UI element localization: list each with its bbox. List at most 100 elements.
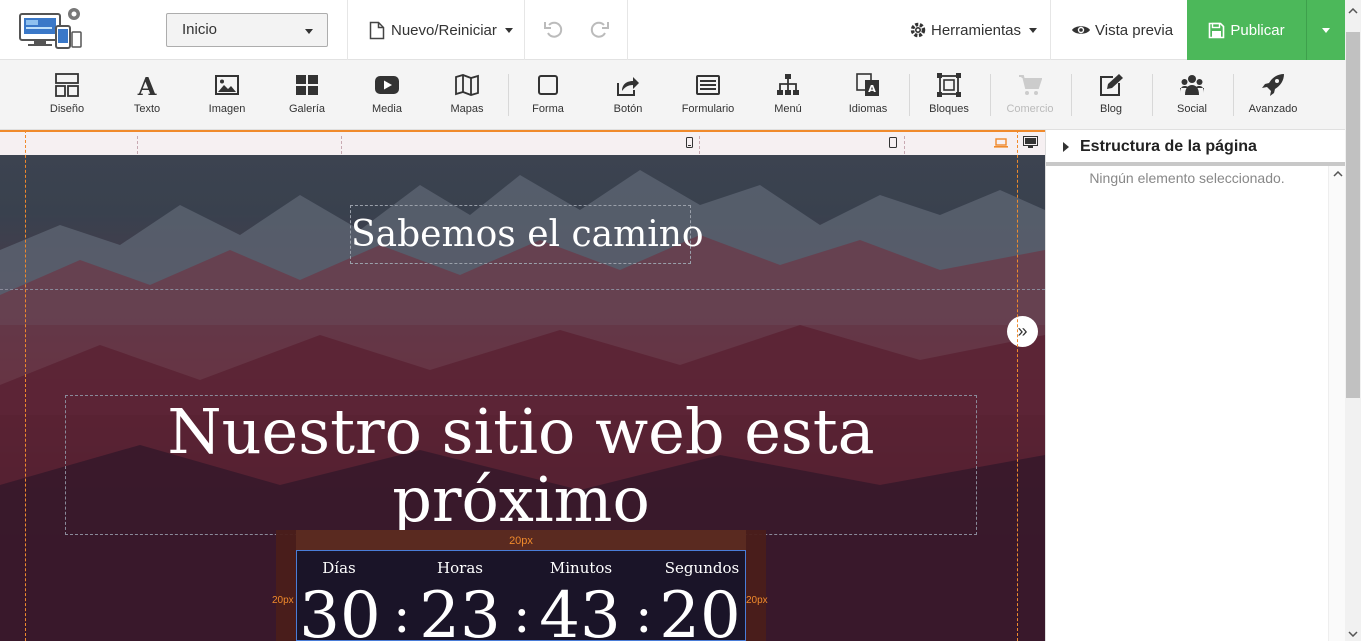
divider: [1050, 0, 1051, 60]
chevron-down-icon: [305, 29, 313, 34]
blocks-icon: [937, 73, 961, 97]
tool-languages[interactable]: A Idiomas: [828, 60, 908, 130]
tool-blocks[interactable]: Bloques: [909, 60, 989, 130]
publish-dropdown-button[interactable]: [1306, 0, 1345, 60]
ruler-tick: [699, 136, 700, 154]
tool-label: Texto: [133, 103, 161, 115]
tool-gallery[interactable]: Galería: [267, 60, 347, 130]
panel-empty-message: Ningún elemento seleccionado.: [1089, 170, 1285, 186]
subtitle-text[interactable]: Sabemos el camino: [350, 205, 704, 264]
tool-menu[interactable]: Menú: [748, 60, 828, 130]
main-heading[interactable]: Nuestro sitio web esta próximo: [65, 395, 977, 535]
app-logo[interactable]: [18, 6, 84, 52]
panel-header[interactable]: Estructura de la página: [1046, 130, 1346, 166]
tool-label: Forma: [532, 103, 564, 115]
section-guide: [0, 289, 1045, 290]
map-icon: [455, 74, 479, 96]
page-select[interactable]: Inicio: [166, 13, 328, 47]
tool-label: Blog: [1099, 103, 1123, 115]
media-icon: [375, 76, 399, 94]
chevron-down-icon[interactable]: [1348, 631, 1358, 637]
social-icon: [1180, 75, 1204, 95]
languages-icon: A: [856, 73, 879, 96]
chevron-down-icon: [1029, 27, 1038, 33]
text-icon: A: [137, 73, 157, 97]
caret-right-icon: [1063, 142, 1069, 152]
save-icon: [1209, 22, 1225, 38]
tool-shape[interactable]: Forma: [508, 60, 588, 130]
tool-label: Galería: [288, 103, 326, 115]
tool-advanced[interactable]: Avanzado: [1233, 60, 1313, 130]
double-chevron-right-icon[interactable]: »: [1007, 316, 1038, 347]
countdown-separator: :: [393, 585, 411, 641]
cart-icon: [1019, 75, 1042, 95]
tool-label: Comercio: [1006, 103, 1054, 115]
form-icon: [696, 75, 720, 95]
breakpoint-ruler: [0, 130, 1045, 155]
window-scrollbar[interactable]: [1345, 0, 1361, 641]
countdown-label-minutes: Minutos: [549, 559, 613, 577]
divider: [627, 0, 628, 60]
svg-text:A: A: [868, 84, 876, 95]
tool-media[interactable]: Media: [347, 60, 427, 130]
tool-text[interactable]: A Texto: [107, 60, 187, 130]
tool-button[interactable]: Botón: [588, 60, 668, 130]
redo-icon[interactable]: [588, 18, 610, 40]
tool-layout[interactable]: Diseño: [27, 60, 107, 130]
tool-label: Diseño: [49, 103, 85, 115]
top-bar: Inicio Nuevo/Reiniciar Herramientas Vist…: [0, 0, 1345, 60]
container-guide-right: [1017, 130, 1018, 641]
tool-label: Bloques: [929, 103, 969, 115]
countdown-days: 30: [299, 579, 381, 641]
tool-label: Menú: [774, 103, 802, 115]
laptop-icon[interactable]: [994, 138, 1008, 148]
container-guide-left: [25, 130, 26, 641]
editor-canvas[interactable]: Sabemos el camino » Nuestro sitio web es…: [0, 130, 1045, 641]
tools-button[interactable]: Herramientas: [909, 0, 1038, 60]
countdown-timer[interactable]: Días Horas Minutos Segundos 30 : 23 : 43…: [296, 550, 746, 641]
panel-scrollbar[interactable]: [1328, 166, 1346, 641]
padding-left-label: 20px: [272, 595, 294, 606]
preview-button[interactable]: Vista previa: [1071, 0, 1173, 60]
blog-icon: [1100, 74, 1123, 96]
countdown-label-hours: Horas: [437, 559, 483, 577]
tool-label: Media: [372, 103, 402, 115]
svg-text:A: A: [137, 73, 157, 97]
phone-icon[interactable]: [686, 137, 693, 148]
countdown-separator: :: [513, 585, 531, 641]
publish-group: Publicar: [1187, 0, 1345, 60]
publish-button[interactable]: Publicar: [1187, 0, 1306, 60]
new-reset-button[interactable]: Nuevo/Reiniciar: [369, 0, 513, 60]
gear-icon: [910, 22, 926, 38]
tool-label: Formulario: [681, 103, 735, 115]
tools-label: Herramientas: [931, 21, 1022, 39]
gallery-icon: [296, 75, 318, 95]
tool-image[interactable]: Imagen: [187, 60, 267, 130]
undo-icon[interactable]: [543, 18, 565, 40]
file-icon: [369, 21, 385, 39]
tool-label: Botón: [613, 103, 643, 115]
ruler-tick: [904, 136, 905, 154]
tool-commerce: Comercio: [990, 60, 1070, 130]
tool-label: Imagen: [208, 103, 246, 115]
ruler-tick: [341, 136, 342, 154]
tool-blog[interactable]: Blog: [1071, 60, 1151, 130]
tool-form[interactable]: Formulario: [668, 60, 748, 130]
desktop-icon[interactable]: [1023, 136, 1038, 149]
tool-maps[interactable]: Mapas: [427, 60, 507, 130]
chevron-up-icon[interactable]: [1348, 8, 1358, 14]
insert-toolbar: Diseño A Texto Imagen Galería Media Mapa…: [0, 60, 1345, 130]
tool-social[interactable]: Social: [1152, 60, 1232, 130]
layout-icon: [55, 73, 79, 97]
scrollbar-thumb[interactable]: [1346, 32, 1360, 398]
chevron-up-icon[interactable]: [1333, 171, 1343, 177]
chevron-down-icon: [1322, 27, 1330, 33]
page-structure-panel: Estructura de la página Ningún elemento …: [1045, 130, 1346, 641]
preview-label: Vista previa: [1095, 21, 1174, 39]
new-reset-label: Nuevo/Reiniciar: [391, 21, 497, 39]
divider: [347, 0, 348, 60]
tablet-icon[interactable]: [889, 137, 897, 148]
panel-title: Estructura de la página: [1080, 138, 1257, 155]
shape-icon: [538, 75, 558, 95]
page-select-value: Inicio: [182, 21, 218, 38]
